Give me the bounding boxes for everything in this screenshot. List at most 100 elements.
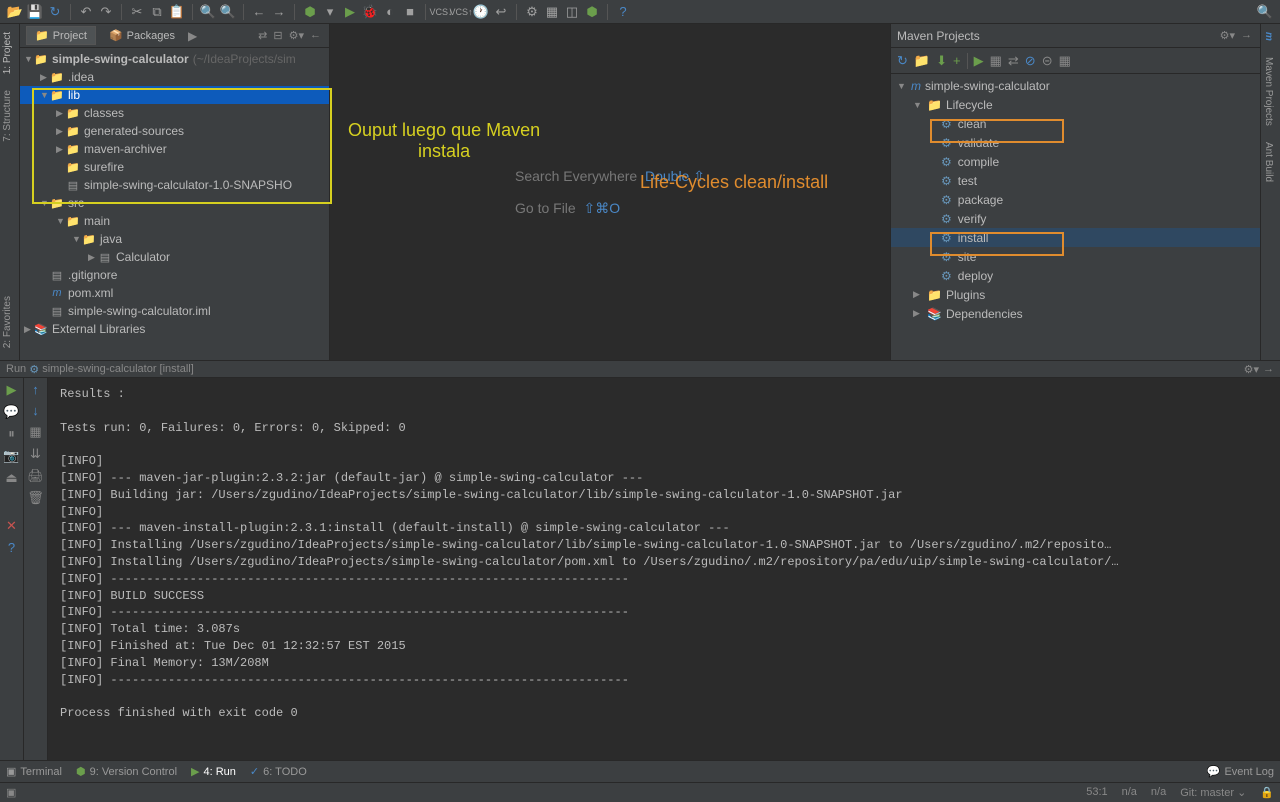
tree-row[interactable]: ▶📁maven-archiver <box>20 140 329 158</box>
maven-goal-site[interactable]: ⚙site <box>891 247 1260 266</box>
show-icon[interactable]: ▦ <box>1059 53 1071 69</box>
status-icon[interactable]: ▣ <box>6 786 16 799</box>
download-icon[interactable]: ⬇ <box>936 53 947 69</box>
vcs-commit-icon[interactable]: VCS↑ <box>452 3 470 21</box>
gear-icon[interactable]: ⚙▾ <box>1244 363 1259 376</box>
find-icon[interactable]: 🔍 <box>199 3 217 21</box>
tree-row[interactable]: ▶📁classes <box>20 104 329 122</box>
maven-goal-verify[interactable]: ⚙verify <box>891 209 1260 228</box>
maven-dependencies[interactable]: ▶📚 Dependencies <box>891 304 1260 323</box>
add-icon[interactable]: + <box>953 53 961 68</box>
scroll-icon[interactable]: ⇊ <box>30 446 41 462</box>
tree-row[interactable]: mpom.xml <box>20 284 329 302</box>
settings-icon[interactable]: ⚙ <box>523 3 541 21</box>
down-icon[interactable]: ↓ <box>32 403 39 418</box>
tab-project-view[interactable]: 📁Project <box>26 26 96 45</box>
lock-icon[interactable]: 🔒 <box>1260 786 1274 799</box>
vcs-revert-icon[interactable]: ↩ <box>492 3 510 21</box>
maven-goal-test[interactable]: ⚙test <box>891 171 1260 190</box>
search-icon[interactable]: 🔍 <box>1256 3 1274 21</box>
tab-favorites[interactable]: 2: Favorites <box>0 288 15 356</box>
photo-icon[interactable]: 📷 <box>3 448 19 464</box>
external-libraries[interactable]: ▶📚 External Libraries <box>20 320 329 338</box>
toggle-icon[interactable]: ⇄ <box>1008 53 1019 69</box>
rerun-icon[interactable]: ▶ <box>7 382 17 398</box>
sdk-icon[interactable]: ◫ <box>563 3 581 21</box>
tab-maven-label[interactable]: Maven Projects <box>1261 49 1276 134</box>
tree-root[interactable]: ▼📁 simple-swing-calculator (~/IdeaProjec… <box>20 50 329 68</box>
tree-row[interactable]: ▼📁src <box>20 194 329 212</box>
skip-icon[interactable]: ⊘ <box>1025 53 1036 69</box>
dump-icon[interactable]: 💬 <box>3 404 19 420</box>
encoding[interactable]: n/a <box>1122 786 1137 799</box>
maven-goal-package[interactable]: ⚙package <box>891 190 1260 209</box>
replace-icon[interactable]: 🔍 <box>219 3 237 21</box>
redo-icon[interactable]: ↷ <box>97 3 115 21</box>
tree-row[interactable]: ▶📁.idea <box>20 68 329 86</box>
clear-icon[interactable]: 🗑 <box>27 490 44 506</box>
back-icon[interactable]: ← <box>250 3 268 21</box>
tab-vcs[interactable]: ⬢9: Version Control <box>76 765 177 778</box>
stop-icon[interactable]: ■ <box>401 3 419 21</box>
hide-icon[interactable]: ← <box>308 29 323 42</box>
config-icon[interactable]: ▾ <box>321 3 339 21</box>
collapse-icon[interactable]: ⊟ <box>271 29 284 42</box>
make-icon[interactable]: ⬢ <box>301 3 319 21</box>
tab-todo[interactable]: ✓6: TODO <box>250 765 307 778</box>
pause-icon[interactable]: ⏸ <box>8 426 15 442</box>
save-icon[interactable]: 💾 <box>26 3 44 21</box>
hide-icon[interactable]: → <box>1239 29 1254 42</box>
tree-row[interactable]: ▤simple-swing-calculator-1.0-SNAPSHO <box>20 176 329 194</box>
tree-row[interactable]: ▶📁generated-sources <box>20 122 329 140</box>
tree-row[interactable]: ▼📁java <box>20 230 329 248</box>
maven-goal-clean[interactable]: ⚙clean <box>891 114 1260 133</box>
tab-terminal[interactable]: ▣Terminal <box>6 765 62 778</box>
android-icon[interactable]: ⬢ <box>583 3 601 21</box>
help-icon[interactable]: ? <box>8 540 15 555</box>
maven-goal-install[interactable]: ⚙install <box>891 228 1260 247</box>
reimport-icon[interactable]: ↻ <box>897 53 908 69</box>
maven-lifecycle[interactable]: ▼📁 Lifecycle <box>891 95 1260 114</box>
coverage-icon[interactable]: ◐ <box>381 3 399 21</box>
wrap-icon[interactable]: ▦ <box>29 424 41 440</box>
tree-row[interactable]: ▼📁lib <box>20 86 329 104</box>
project-tree[interactable]: ▼📁 simple-swing-calculator (~/IdeaProjec… <box>20 48 329 360</box>
tab-structure[interactable]: 7: Structure <box>0 82 15 150</box>
maven-goal-deploy[interactable]: ⚙deploy <box>891 266 1260 285</box>
forward-icon[interactable]: → <box>270 3 288 21</box>
undo-icon[interactable]: ↶ <box>77 3 95 21</box>
tab-packages-view[interactable]: 📦Packages <box>100 26 184 45</box>
run-icon[interactable]: ▶ <box>974 53 984 69</box>
console-output[interactable]: Results : Tests run: 0, Failures: 0, Err… <box>48 378 1280 760</box>
open-icon[interactable]: 📂 <box>6 3 24 21</box>
vcs-history-icon[interactable]: 🕐 <box>472 3 490 21</box>
tab-project[interactable]: 1: Project <box>0 24 15 82</box>
tab-maven[interactable]: m <box>1261 24 1276 49</box>
tree-row[interactable]: ▼📁main <box>20 212 329 230</box>
run-icon[interactable]: ▶ <box>341 3 359 21</box>
gear-icon[interactable]: ⚙▾ <box>1218 29 1237 42</box>
vcs-update-icon[interactable]: VCS↓ <box>432 3 450 21</box>
tree-row[interactable]: ▤.gitignore <box>20 266 329 284</box>
maven-tree[interactable]: ▼m simple-swing-calculator ▼📁 Lifecycle … <box>891 74 1260 360</box>
paste-icon[interactable]: 📋 <box>168 3 186 21</box>
up-icon[interactable]: ↑ <box>32 382 39 397</box>
git-branch[interactable]: Git: master ⌄ <box>1180 786 1246 799</box>
print-icon[interactable]: 🖨 <box>27 468 44 484</box>
tab-ant[interactable]: Ant Build <box>1261 134 1276 190</box>
hide-icon[interactable]: → <box>1263 363 1274 376</box>
exec-icon[interactable]: ▦ <box>990 53 1002 69</box>
tree-row[interactable]: ▶▤Calculator <box>20 248 329 266</box>
gear-icon[interactable]: ⚙▾ <box>287 29 306 42</box>
maven-goal-compile[interactable]: ⚙compile <box>891 152 1260 171</box>
debug-icon[interactable]: 🐞 <box>361 3 379 21</box>
maven-root[interactable]: ▼m simple-swing-calculator <box>891 76 1260 95</box>
line-sep[interactable]: n/a <box>1151 786 1166 799</box>
offline-icon[interactable]: ⊝ <box>1042 53 1053 69</box>
generate-icon[interactable]: 📁 <box>914 53 930 69</box>
copy-icon[interactable]: ⧉ <box>148 3 166 21</box>
tree-row[interactable]: 📁surefire <box>20 158 329 176</box>
sync-icon[interactable]: ↻ <box>46 3 64 21</box>
exit-icon[interactable]: ⏏ <box>5 470 17 486</box>
structure-icon[interactable]: ▦ <box>543 3 561 21</box>
